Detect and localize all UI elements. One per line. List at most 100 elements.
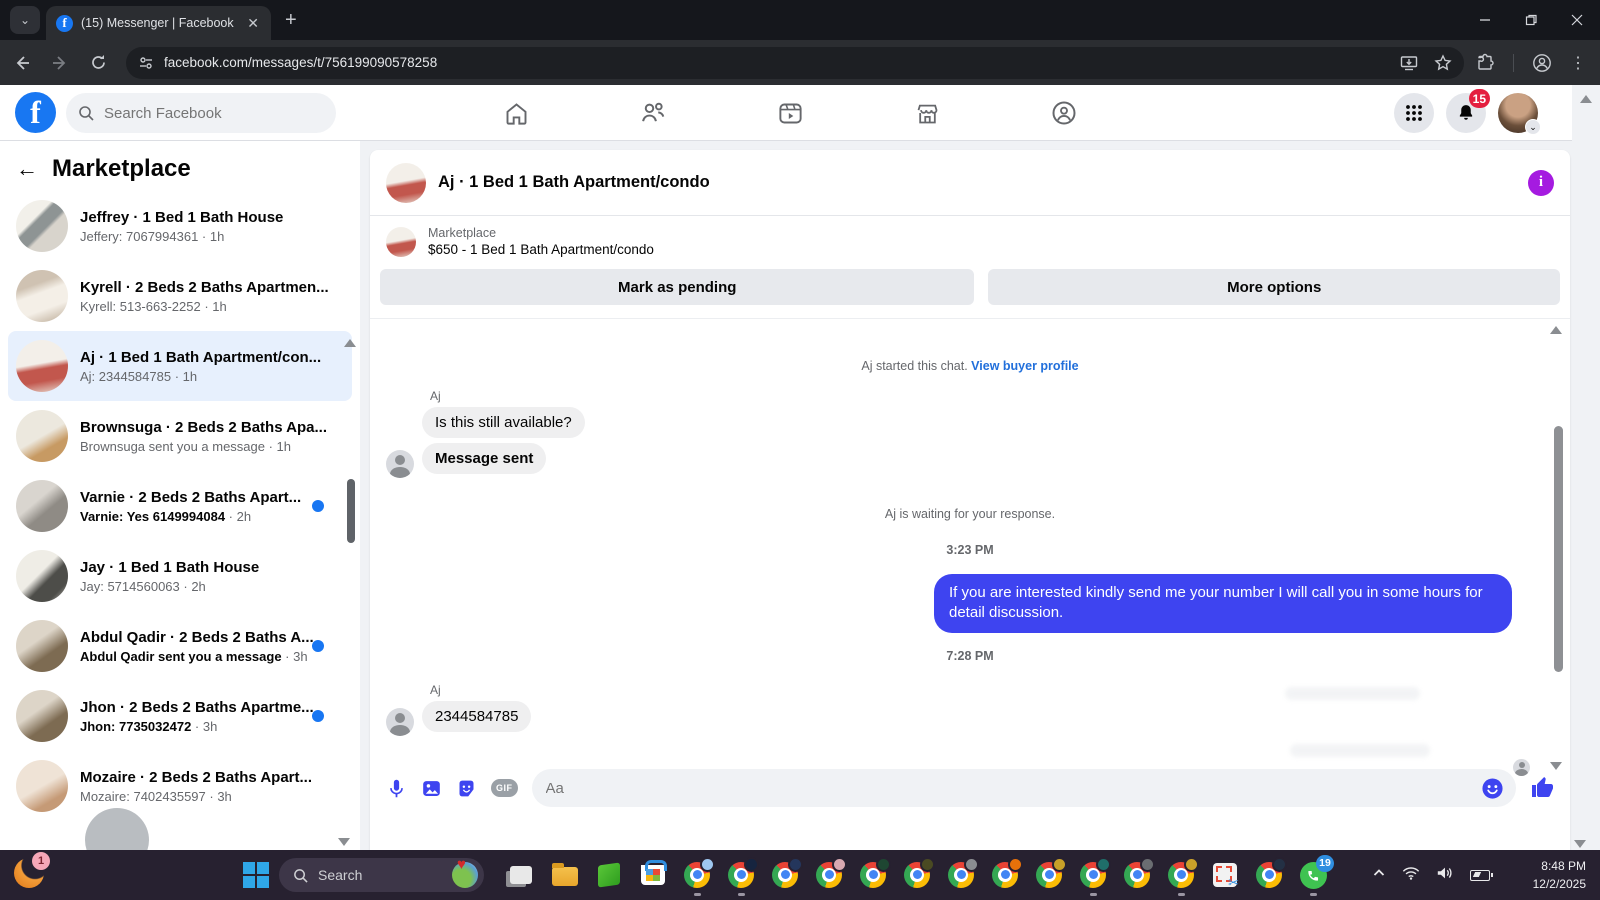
chrome-icon[interactable] (684, 856, 715, 896)
view-buyer-profile-link[interactable]: View buyer profile (971, 359, 1078, 373)
taskbar-clock[interactable]: 8:48 PM 12/2/2025 (1533, 857, 1586, 893)
sidebar-scroll-down[interactable] (338, 838, 350, 846)
file-explorer-icon[interactable] (552, 862, 579, 889)
menu-kebab-icon[interactable]: ⋮ (1570, 53, 1586, 73)
conversation-title: Varnie · 2 Beds 2 Baths Apart... (80, 488, 302, 506)
sender-avatar[interactable] (386, 450, 414, 478)
back-button[interactable] (6, 47, 38, 79)
tab-search-button[interactable]: ⌄ (10, 6, 40, 34)
message-input[interactable] (543, 778, 1481, 798)
nav-watch-icon[interactable] (734, 87, 846, 139)
apps-menu-button[interactable] (1394, 93, 1434, 133)
nav-home-icon[interactable] (460, 87, 572, 139)
chrome-icon[interactable] (992, 856, 1023, 889)
page-scroll-down[interactable] (1574, 840, 1586, 848)
conversation-time: · 3h (191, 718, 218, 734)
waiting-text: Aj is waiting for your response. (884, 507, 1056, 521)
close-window-button[interactable] (1554, 0, 1600, 40)
conversation-title: Aj · 1 Bed 1 Bath Apartment/con... (80, 348, 322, 366)
mark-as-pending-button[interactable]: Mark as pending (380, 269, 975, 305)
tray-chevron-icon[interactable] (1372, 866, 1386, 885)
profile-icon[interactable] (1532, 53, 1552, 73)
sticker-icon[interactable] (456, 778, 477, 799)
conversation-item[interactable]: Jeffrey · 1 Bed 1 Bath House Jeffery: 706… (8, 191, 352, 261)
page-scroll-up[interactable] (1580, 95, 1592, 103)
message-input-pill[interactable] (531, 769, 1516, 807)
install-icon[interactable] (1400, 54, 1418, 72)
forward-button[interactable] (44, 47, 76, 79)
conversation-text: Jhon · 2 Beds 2 Baths Apartme... Jhon: 77… (80, 699, 344, 734)
browser-tab[interactable]: f (15) Messenger | Facebook ✕ (46, 6, 271, 40)
chrome-icon[interactable] (860, 856, 891, 889)
chrome-icon[interactable] (772, 856, 803, 889)
chat-scroll-thumb[interactable] (1554, 426, 1563, 672)
conversation-item[interactable]: Brownsuga · 2 Beds 2 Baths Apa... Brownsu… (8, 401, 352, 471)
url-text[interactable]: facebook.com/messages/t/756199090578258 (164, 55, 1390, 70)
wifi-icon[interactable] (1402, 865, 1420, 886)
chrome-icon[interactable] (1124, 856, 1155, 889)
nav-friends-icon[interactable] (597, 87, 709, 139)
reload-button[interactable] (82, 47, 114, 79)
new-tab-button[interactable]: + (285, 9, 297, 32)
back-arrow-icon[interactable]: ← (16, 156, 38, 182)
chat-avatar[interactable] (386, 162, 426, 203)
sidebar-scroll-thumb[interactable] (347, 479, 355, 543)
notifications-button[interactable]: 15 (1446, 89, 1490, 133)
conversation-item[interactable]: Abdul Qadir · 2 Beds 2 Baths A... Abdul Q… (8, 611, 352, 681)
chrome-icon[interactable] (1168, 856, 1199, 896)
minimize-button[interactable] (1462, 0, 1508, 40)
conversation-item[interactable]: Jay · 1 Bed 1 Bath House Jay: 5714560063 … (8, 541, 352, 611)
chat-scroll-up[interactable] (1550, 326, 1562, 334)
chrome-icon[interactable] (1256, 856, 1287, 889)
conversation-item[interactable]: Jhon · 2 Beds 2 Baths Apartme... Jhon: 77… (8, 681, 352, 751)
address-bar[interactable]: facebook.com/messages/t/756199090578258 (126, 46, 1464, 79)
start-button[interactable] (243, 862, 269, 888)
system-tray (1372, 850, 1493, 900)
message-scroll-area[interactable]: Aj started this chat. View buyer profile… (370, 318, 1570, 776)
nav-groups-icon[interactable] (1008, 87, 1120, 139)
volume-icon[interactable] (1436, 865, 1454, 886)
attach-photo-icon[interactable] (421, 778, 442, 799)
chrome-icon[interactable] (1080, 856, 1111, 896)
chrome-icon[interactable] (904, 856, 935, 889)
maximize-button[interactable] (1508, 0, 1554, 40)
profile-avatar[interactable]: ⌄ (1498, 93, 1541, 135)
conversation-item[interactable]: Aj · 1 Bed 1 Bath Apartment/con... Aj: 23… (8, 331, 352, 401)
facebook-search[interactable] (66, 93, 336, 133)
chrome-icon[interactable] (728, 856, 759, 896)
thumbs-up-icon[interactable] (1530, 776, 1554, 800)
sidebar-scroll-up[interactable] (344, 339, 356, 347)
emoji-icon[interactable] (1481, 777, 1504, 800)
tab-close-icon[interactable]: ✕ (245, 15, 261, 32)
nav-marketplace-icon[interactable] (871, 87, 983, 139)
bookmark-star-icon[interactable] (1434, 53, 1452, 72)
site-settings-icon[interactable] (138, 55, 154, 71)
sender-avatar[interactable] (386, 708, 414, 736)
chrome-icon[interactable] (1036, 856, 1067, 889)
snipping-tool-icon[interactable] (1212, 862, 1239, 891)
search-icon (79, 106, 94, 121)
chat-title[interactable]: Aj · 1 Bed 1 Bath Apartment/condo (438, 173, 1516, 192)
extensions-icon[interactable] (1476, 53, 1495, 72)
chrome-icon[interactable] (816, 856, 847, 889)
green-app-icon[interactable] (596, 861, 623, 889)
microsoft-store-icon[interactable] (640, 859, 667, 889)
taskbar-corner-app[interactable]: 1 (14, 852, 50, 892)
task-view-button[interactable] (508, 862, 535, 889)
battery-icon[interactable] (1470, 869, 1493, 881)
conversation-item[interactable]: Varnie · 2 Beds 2 Baths Apart... Varnie: … (8, 471, 352, 541)
chrome-profile-badge (744, 856, 759, 872)
whatsapp-icon[interactable]: 19 (1300, 854, 1334, 896)
chrome-profile-badge (1096, 856, 1111, 872)
voice-clip-icon[interactable] (386, 778, 407, 799)
conversation-item[interactable]: Mozaire · 2 Beds 2 Baths Apart... Mozaire… (8, 751, 352, 821)
facebook-search-input[interactable] (102, 103, 302, 123)
conversation-item[interactable]: Kyrell · 2 Beds 2 Baths Apartmen... Kyrel… (8, 261, 352, 331)
facebook-logo[interactable]: f (15, 92, 56, 133)
conversation-avatar (16, 200, 68, 252)
taskbar-search[interactable]: Search (279, 856, 484, 892)
more-options-button[interactable]: More options (988, 269, 1560, 305)
info-icon[interactable]: i (1528, 169, 1554, 196)
chrome-icon[interactable] (948, 856, 979, 889)
gif-icon[interactable]: GIF (491, 779, 518, 797)
